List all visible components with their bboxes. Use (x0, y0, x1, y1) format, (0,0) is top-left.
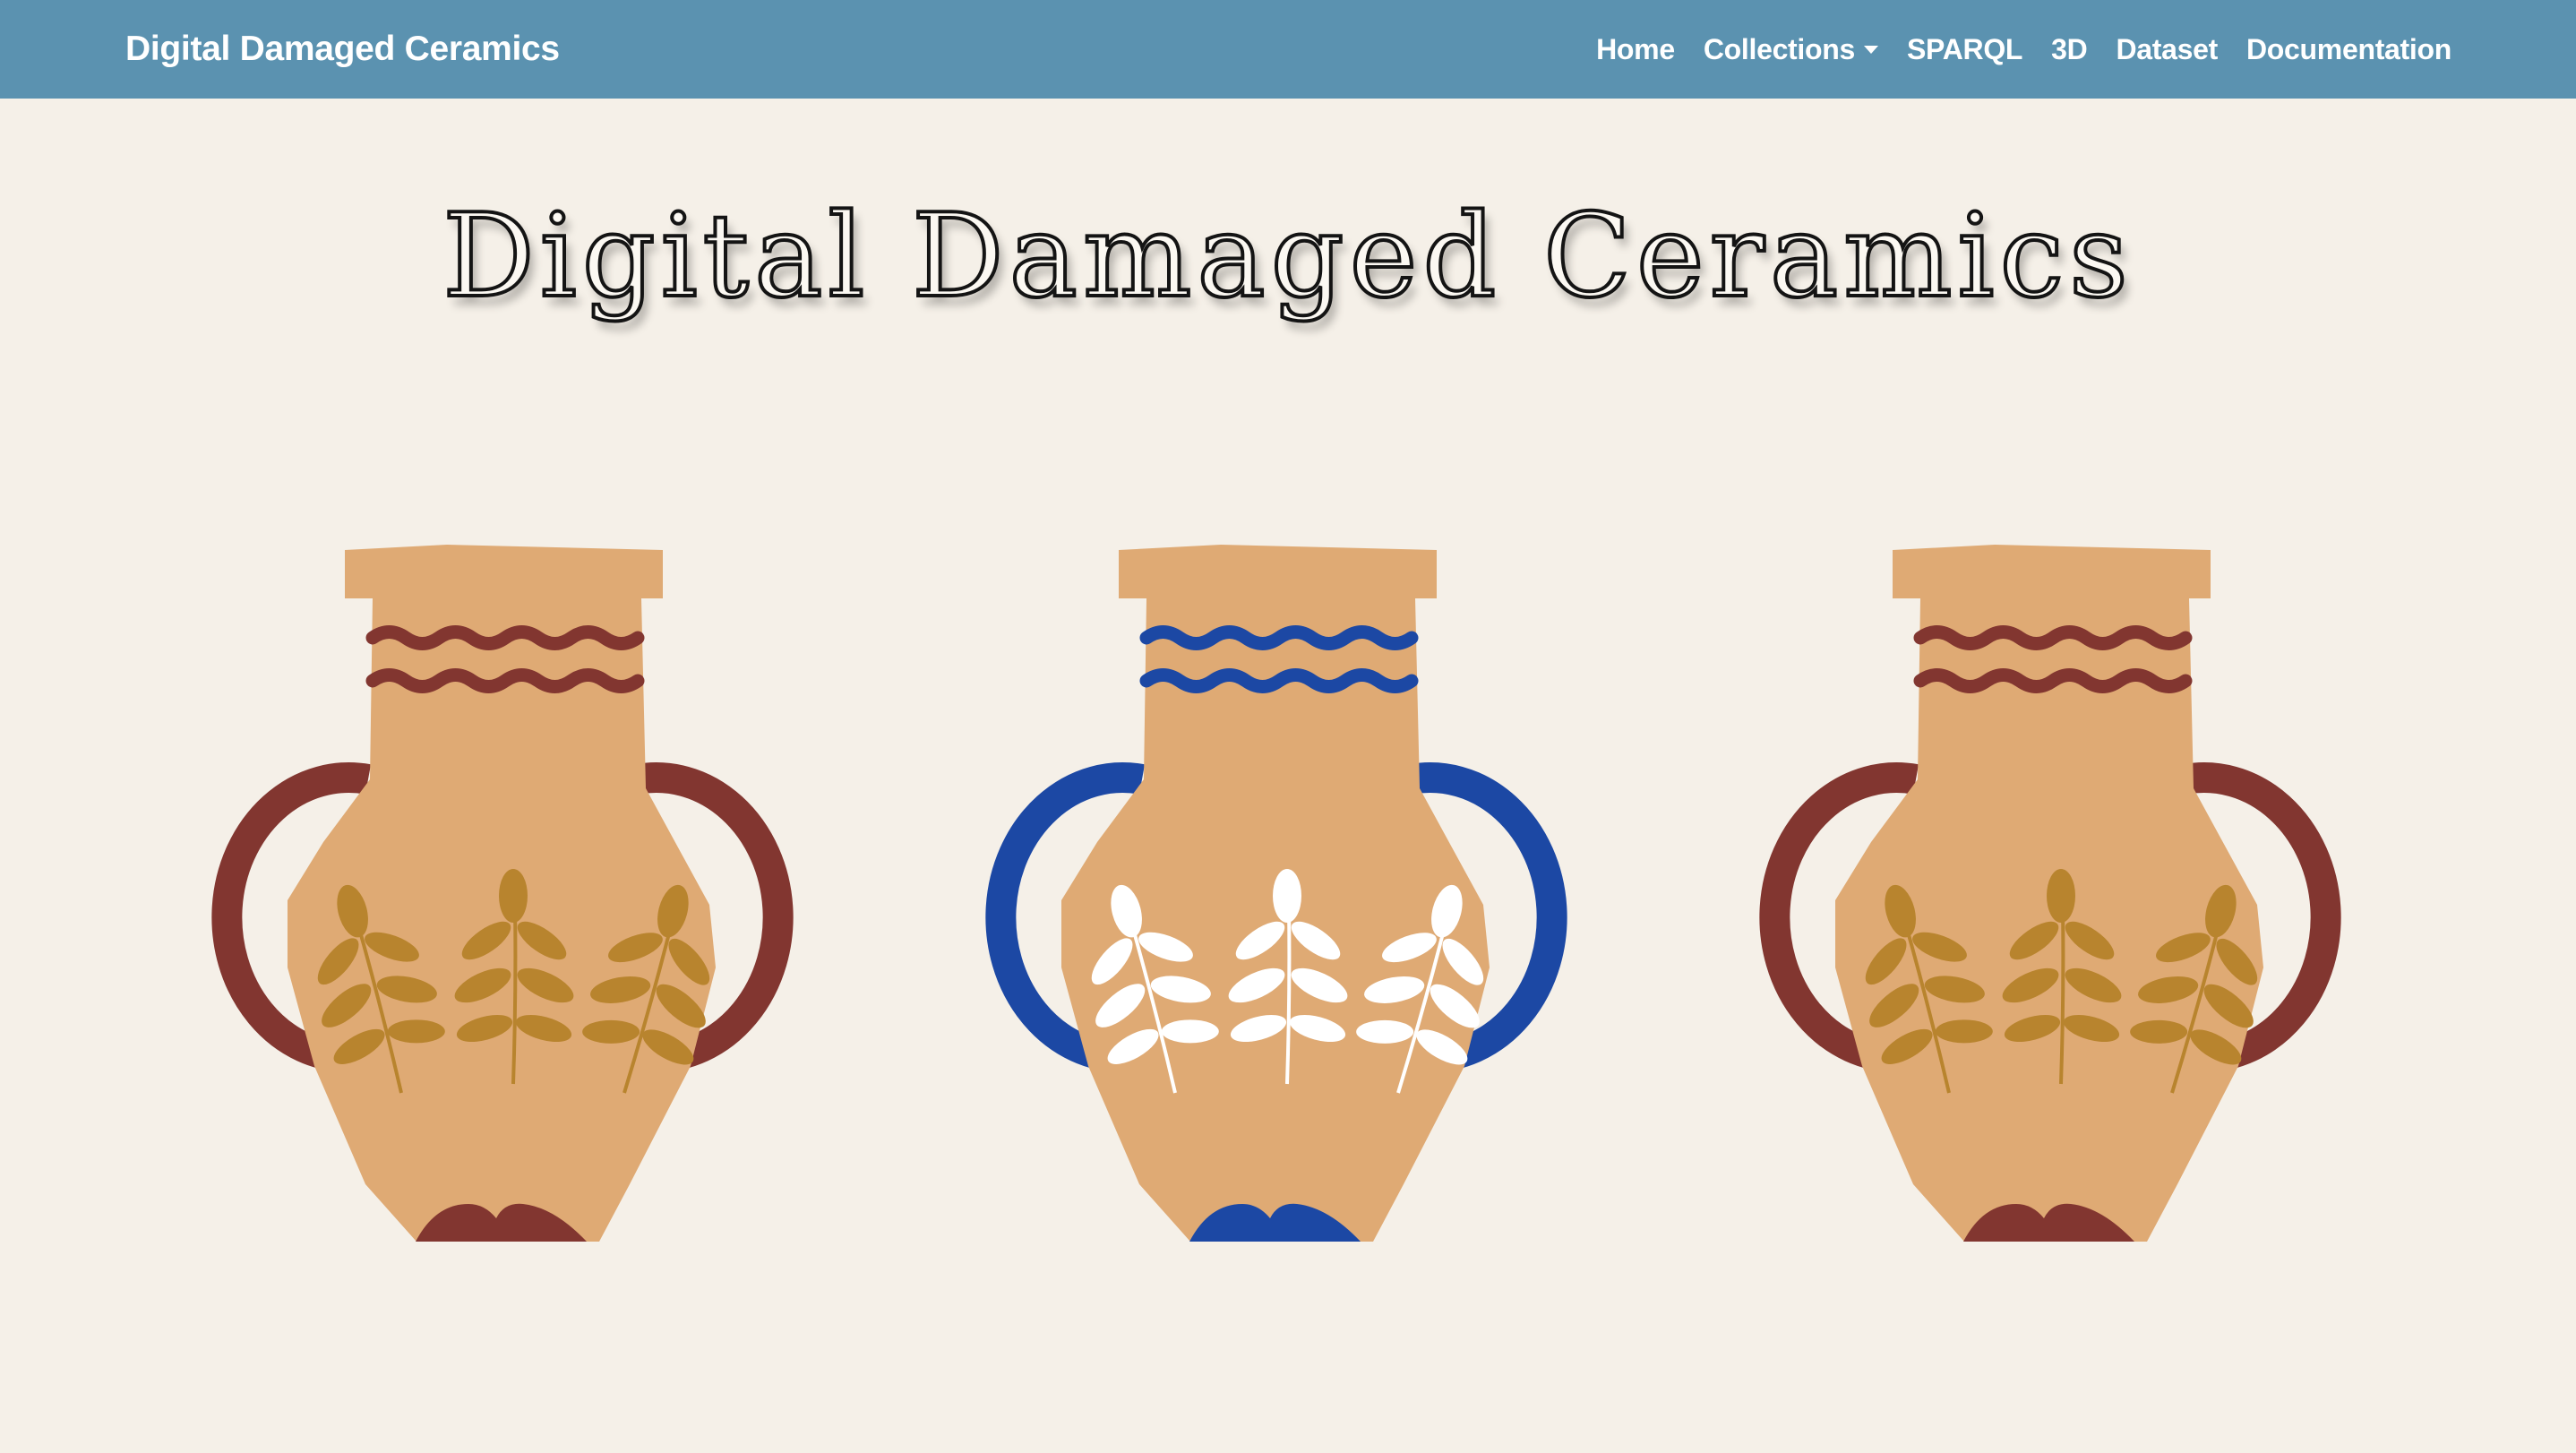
nav-sparql-label: SPARQL (1907, 32, 2023, 65)
vase-2 (985, 545, 1567, 1242)
nav-documentation-link[interactable]: Documentation (2246, 33, 2451, 66)
nav-sparql-link[interactable]: SPARQL (1907, 33, 2022, 66)
vase-1 (211, 545, 794, 1242)
nav-3d-link[interactable]: 3D (2051, 32, 2088, 66)
nav-collections-label: Collections (1703, 32, 1855, 65)
nav-menu: Home Collections SPARQL 3D Dataset Docum… (1596, 33, 2451, 66)
nav-dataset-label: Dataset (2116, 32, 2218, 65)
vase-illustration (0, 537, 2576, 1281)
brand-link[interactable]: Digital Damaged Ceramics (125, 30, 560, 69)
nav-3d-label: 3D (2051, 32, 2088, 65)
caret-down-icon (1864, 45, 1878, 54)
hero-title: Digital Damaged Ceramics (441, 188, 2134, 325)
nav-dataset-link[interactable]: Dataset (2116, 33, 2218, 66)
vase-3 (1759, 545, 2341, 1242)
nav-home-link[interactable]: Home (1596, 33, 1675, 66)
nav-documentation-label: Documentation (2246, 32, 2451, 65)
nav-home-label: Home (1596, 32, 1675, 65)
nav-collections-dropdown[interactable]: Collections (1704, 33, 1878, 66)
top-navbar: Digital Damaged Ceramics Home Collection… (0, 0, 2576, 99)
